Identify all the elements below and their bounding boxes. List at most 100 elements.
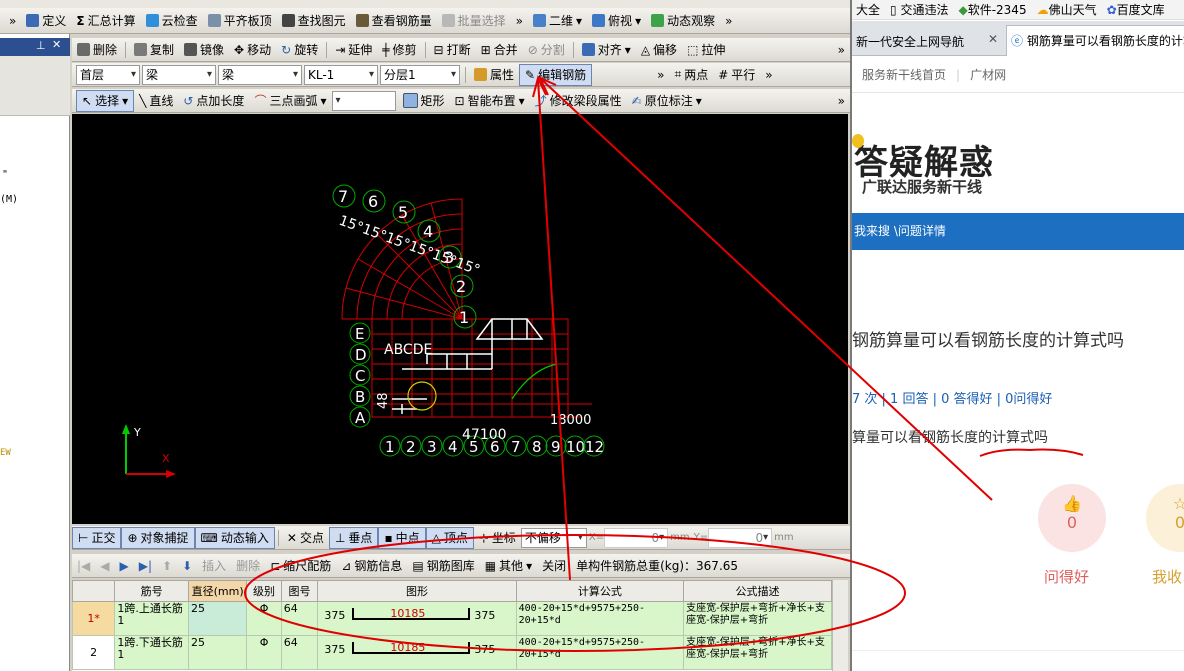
split-button[interactable]: ⊘ 分割 bbox=[523, 40, 570, 60]
rebar-library-button[interactable]: ▤ 钢筋图库 bbox=[407, 556, 479, 576]
cloud-check-button[interactable]: 云检查 bbox=[141, 11, 203, 31]
view-2d-dropdown[interactable]: 二维 ▾ bbox=[528, 11, 587, 31]
row-diameter[interactable]: 25 bbox=[187, 601, 248, 636]
break-button[interactable]: ⊟ 打断 bbox=[429, 40, 476, 60]
row-formula[interactable]: 400-20+15*d+9575+250-20+15*d bbox=[515, 635, 685, 670]
move-button[interactable]: ✥ 移动 bbox=[229, 40, 276, 60]
row-formula-desc[interactable]: 支座宽-保护层+弯折+净长+支座宽-保护层+弯折 bbox=[683, 601, 832, 636]
intersection-snap[interactable]: ✕ 交点 bbox=[282, 528, 329, 548]
y-input[interactable]: 0 bbox=[708, 527, 773, 548]
floor-select[interactable]: 首层 bbox=[76, 64, 140, 85]
rotate-button[interactable]: ↻ 旋转 bbox=[276, 40, 323, 60]
bookmark-item[interactable]: ▯ 交通违法 bbox=[890, 1, 948, 18]
other-dropdown[interactable]: ▦ 其他 ▾ bbox=[480, 556, 537, 576]
row-grade[interactable]: Φ bbox=[246, 601, 282, 636]
shape-mid-length[interactable]: 10185 bbox=[390, 608, 425, 620]
define-button[interactable]: 定义 bbox=[21, 11, 71, 31]
align-dropdown[interactable]: 对齐 ▾ bbox=[577, 40, 636, 60]
delete-row-button[interactable]: 删除 bbox=[231, 556, 265, 576]
element-subtype-select[interactable]: 梁 bbox=[218, 64, 302, 85]
delete-button[interactable]: 删除 bbox=[72, 40, 122, 60]
merge-button[interactable]: ⊞ 合并 bbox=[476, 40, 523, 60]
object-snap-toggle[interactable]: ⊕ 对象捕捉 bbox=[121, 526, 195, 549]
close-icon[interactable]: ✕ bbox=[52, 38, 61, 51]
close-editor-button[interactable]: 关闭 bbox=[537, 556, 571, 576]
row-name[interactable]: 1跨.上通长筋1 bbox=[114, 601, 189, 636]
overflow-chevron-icon[interactable]: » bbox=[511, 11, 528, 31]
scale-rebar-button[interactable]: ⊏ 缩尺配筋 bbox=[265, 556, 336, 576]
prev-record-button[interactable]: ◀ bbox=[95, 556, 114, 576]
ortho-toggle[interactable]: ⊢ 正交 bbox=[72, 526, 122, 549]
overflow-chevron-icon[interactable]: » bbox=[720, 11, 737, 31]
last-record-button[interactable]: ▶| bbox=[134, 556, 157, 576]
row-name[interactable]: 1跨.下通长筋1 bbox=[114, 635, 189, 670]
modify-beam-props-button[interactable]: ⤴ 修改梁段属性 bbox=[530, 91, 627, 111]
table-scrollbar[interactable] bbox=[832, 580, 848, 671]
vertex-snap[interactable]: △ 顶点 bbox=[425, 526, 474, 549]
move-up-button[interactable]: ⬆ bbox=[157, 556, 177, 576]
flush-slab-button[interactable]: 平齐板顶 bbox=[203, 11, 277, 31]
row-formula-desc[interactable]: 支座宽-保护层+弯折+净长+支座宽-保护层+弯折 bbox=[683, 635, 832, 670]
extend-button[interactable]: ⇥ 延伸 bbox=[330, 40, 377, 60]
nav-link-home[interactable]: 服务新干线首页 bbox=[862, 66, 946, 83]
rebar-info-button[interactable]: ⊿ 钢筋信息 bbox=[336, 556, 407, 576]
element-type-select[interactable]: 梁 bbox=[142, 64, 216, 85]
trim-button[interactable]: ╪ 修剪 bbox=[377, 40, 421, 60]
offset-mode-select[interactable]: 不偏移 bbox=[520, 527, 587, 548]
move-down-button[interactable]: ⬇ bbox=[177, 556, 197, 576]
table-row[interactable]: 2 1跨.下通长筋1 25 Φ 64 375 10185 375 400-20+… bbox=[72, 635, 832, 670]
table-row[interactable]: 1* 1跨.上通长筋1 25 Φ 64 375 10185 375 400-20… bbox=[72, 601, 832, 636]
midpoint-snap[interactable]: ▪ 中点 bbox=[378, 526, 426, 549]
mirror-button[interactable]: 镜像 bbox=[179, 40, 229, 60]
row-diameter[interactable]: 25 bbox=[187, 635, 248, 670]
offset-button[interactable]: ◬ 偏移 bbox=[636, 40, 682, 60]
bookmark-item[interactable]: ✿百度文库 bbox=[1107, 1, 1165, 18]
arc-option-select[interactable] bbox=[331, 90, 396, 111]
element-name-select[interactable]: KL-1 bbox=[304, 64, 378, 85]
next-record-button[interactable]: ▶ bbox=[115, 556, 134, 576]
view-rebar-qty-button[interactable]: 查看钢筋量 bbox=[351, 11, 437, 31]
bookmark-item[interactable]: 大全 bbox=[856, 1, 880, 18]
overflow-chevron-icon[interactable]: » bbox=[652, 65, 669, 85]
find-element-button[interactable]: 查找图元 bbox=[277, 11, 351, 31]
stretch-button[interactable]: ⬚ 拉伸 bbox=[682, 40, 730, 60]
tab-active[interactable]: ⓔ 钢筋算量可以看钢筋长度的计算式 bbox=[1006, 25, 1184, 56]
copy-button[interactable]: 复制 bbox=[129, 40, 179, 60]
dynamic-view-button[interactable]: 动态观察 bbox=[646, 11, 720, 31]
parallel-button[interactable]: # 平行 bbox=[713, 65, 760, 85]
layer-select[interactable]: 分层1 bbox=[380, 64, 460, 85]
two-point-button[interactable]: ⌗ 两点 bbox=[669, 65, 713, 85]
pin-icon[interactable]: ⊥ bbox=[36, 39, 46, 52]
row-formula[interactable]: 400-20+15*d+9575+250-20+15*d bbox=[515, 601, 685, 636]
nav-link-materials[interactable]: 广材网 bbox=[970, 66, 1006, 83]
tab-inactive[interactable]: 新一代安全上网导航 ✕ bbox=[852, 27, 1004, 56]
line-tool[interactable]: ╲ 直线 bbox=[134, 91, 178, 111]
three-point-arc-tool[interactable]: ⌒ 三点画弧 ▾ bbox=[249, 91, 331, 111]
overflow-chevron-icon[interactable]: » bbox=[833, 91, 850, 111]
like-button[interactable]: 👍 0 bbox=[1038, 484, 1106, 552]
x-input[interactable]: 0 bbox=[604, 527, 669, 548]
edit-rebar-button[interactable]: ✎ 编辑钢筋 bbox=[519, 63, 593, 86]
top-view-dropdown[interactable]: 俯视 ▾ bbox=[587, 11, 646, 31]
bookmark-item[interactable]: ◆软件-2345 bbox=[958, 1, 1026, 18]
perpendicular-snap[interactable]: ⊥ 垂点 bbox=[328, 526, 379, 549]
select-tool[interactable]: ↖ 选择 ▾ bbox=[76, 89, 135, 112]
favorite-button[interactable]: ☆ 0 bbox=[1146, 484, 1184, 552]
overflow-chevron-icon[interactable]: » bbox=[4, 11, 21, 31]
cad-canvas[interactable]: 7 6 5 4 3 2 1 15°15°15°15°15°15° A B C D… bbox=[72, 114, 848, 524]
dynamic-input-toggle[interactable]: ⌨ 动态输入 bbox=[194, 526, 275, 549]
smart-layout-dropdown[interactable]: ⊡ 智能布置 ▾ bbox=[450, 91, 530, 111]
overflow-chevron-icon[interactable]: » bbox=[833, 40, 850, 60]
close-tab-icon[interactable]: ✕ bbox=[988, 32, 998, 46]
bookmark-item[interactable]: ☁佛山天气 bbox=[1037, 1, 1097, 18]
batch-select-button[interactable]: 批量选择 bbox=[437, 11, 511, 31]
in-situ-label-dropdown[interactable]: ✍ 原位标注 ▾ bbox=[627, 91, 707, 111]
row-grade[interactable]: Φ bbox=[246, 635, 282, 670]
first-record-button[interactable]: |◀ bbox=[72, 556, 95, 576]
point-length-tool[interactable]: ↺ 点加长度 bbox=[178, 91, 249, 111]
shape-mid-length[interactable]: 10185 bbox=[390, 642, 425, 654]
properties-button[interactable]: 属性 bbox=[469, 65, 519, 85]
rectangle-tool[interactable]: 矩形 bbox=[398, 91, 450, 111]
insert-button[interactable]: 插入 bbox=[197, 556, 231, 576]
row-figure-no[interactable]: 64 bbox=[280, 635, 319, 670]
